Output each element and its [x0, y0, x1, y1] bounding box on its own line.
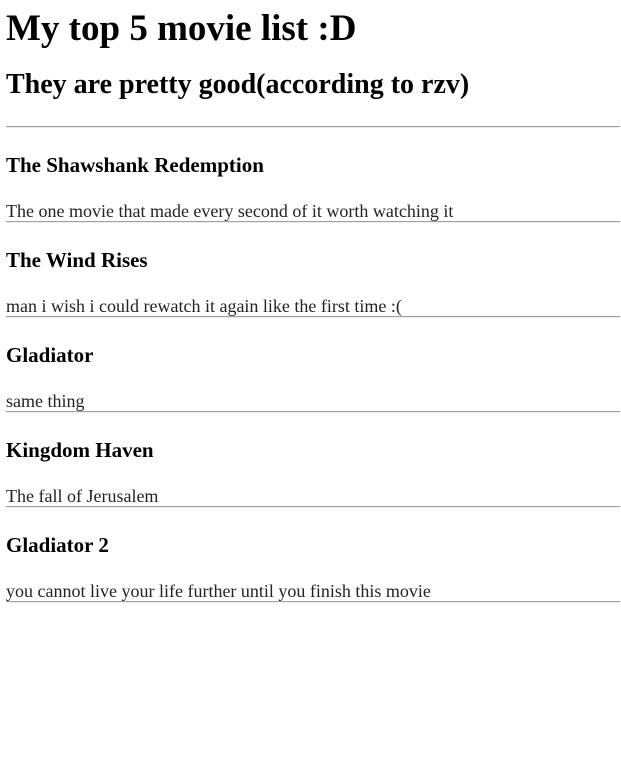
- movie-description: The one movie that made every second of …: [6, 201, 454, 221]
- movie-description: same thing: [6, 391, 85, 411]
- movie-description: man i wish i could rewatch it again like…: [6, 296, 402, 316]
- movie-title: Gladiator 2: [6, 533, 109, 557]
- movie-description: you cannot live your life further until …: [6, 581, 431, 601]
- movie-item: Gladiator same thing: [6, 318, 620, 411]
- movie-description: The fall of Jerusalem: [6, 486, 159, 506]
- movie-title: The Wind Rises: [6, 248, 148, 272]
- movie-title: The Shawshank Redemption: [6, 153, 264, 177]
- page-title: My top 5 movie list :D: [6, 8, 357, 49]
- movie-title: Gladiator: [6, 343, 94, 367]
- movie-item: Kingdom Haven The fall of Jerusalem: [6, 413, 620, 506]
- movie-item: The Shawshank Redemption The one movie t…: [6, 128, 620, 221]
- movie-item: The Wind Rises man i wish i could rewatc…: [6, 223, 620, 316]
- divider: [6, 601, 620, 603]
- movie-item: Gladiator 2 you cannot live your life fu…: [6, 508, 620, 601]
- movie-list: The Shawshank Redemption The one movie t…: [6, 128, 620, 603]
- movie-title: Kingdom Haven: [6, 438, 154, 462]
- page-subtitle: They are pretty good(according to rzv): [6, 69, 470, 100]
